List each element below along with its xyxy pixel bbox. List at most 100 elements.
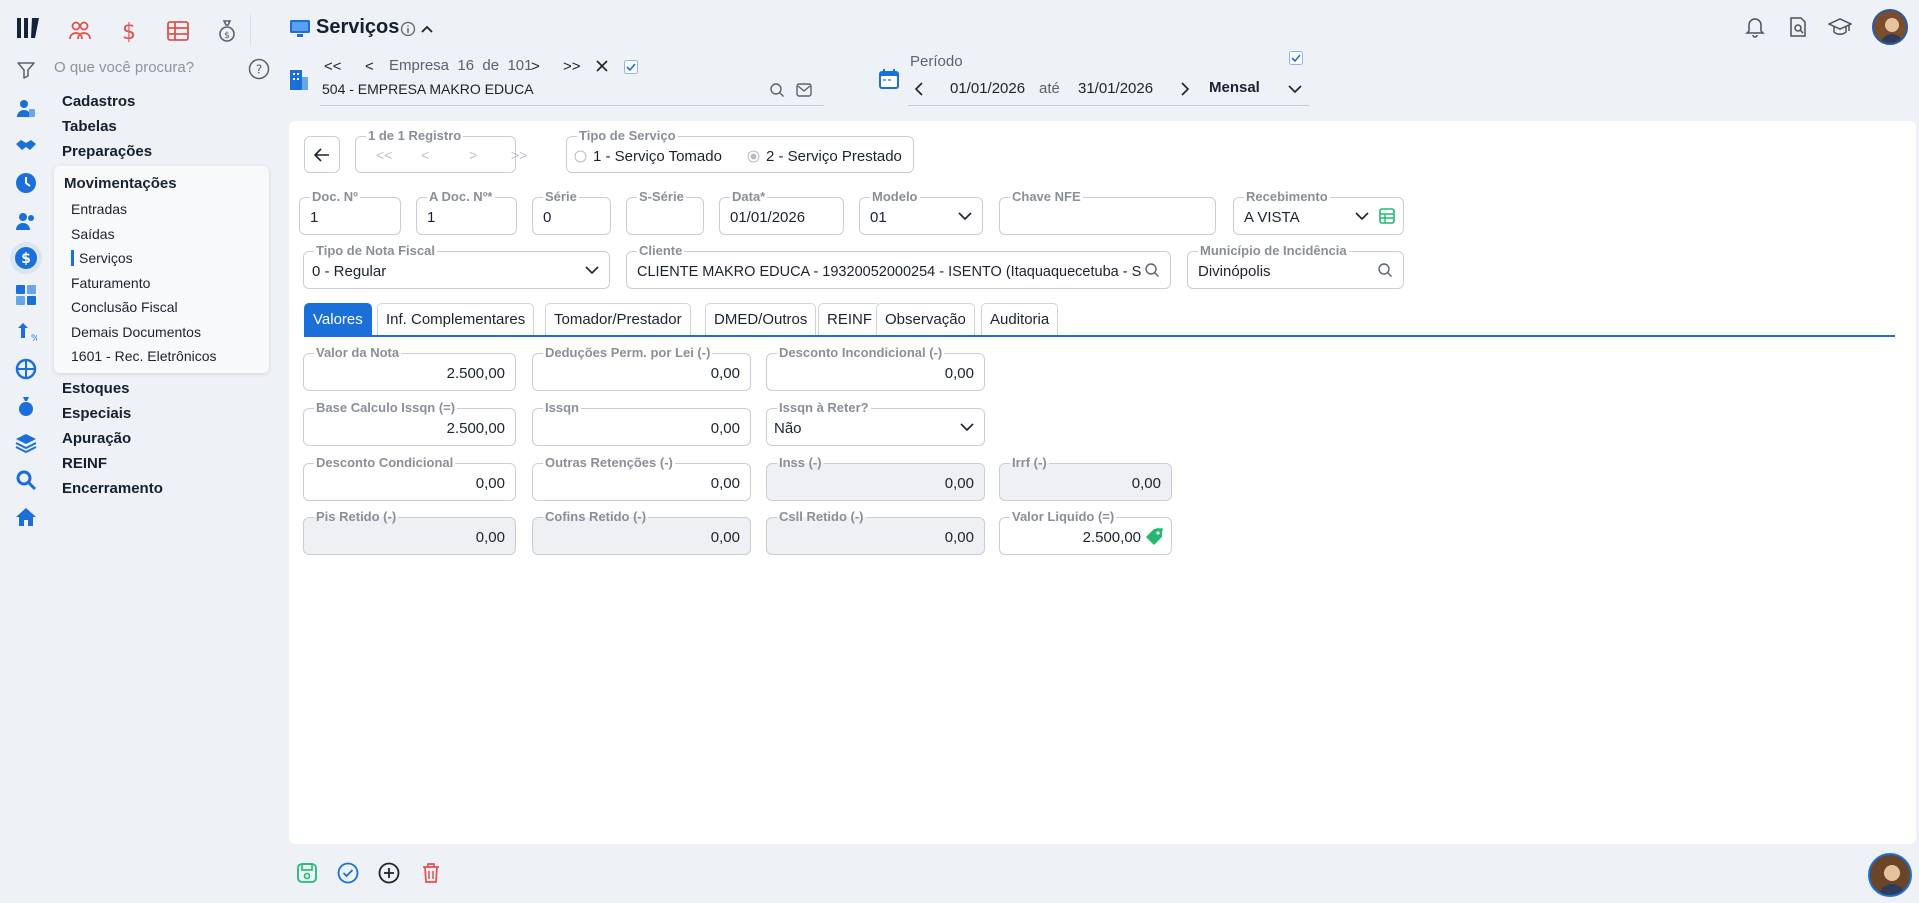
menu-encerramento[interactable]: Encerramento — [62, 480, 163, 497]
price-tag-icon[interactable] — [1145, 528, 1165, 546]
empresa-field[interactable]: 504 - EMPRESA MAKRO EDUCA — [320, 79, 824, 106]
people-icon[interactable] — [14, 209, 38, 233]
chave-nfe-field[interactable]: Chave NFE — [999, 189, 1216, 235]
submenu-rec-eletronicos[interactable]: 1601 - Rec. Eletrônicos — [71, 348, 217, 364]
spreadsheet-icon[interactable] — [1379, 208, 1395, 224]
tab-auditoria[interactable]: Auditoria — [981, 303, 1059, 335]
tab-valores[interactable]: Valores — [304, 303, 372, 335]
menu-preparacoes[interactable]: Preparações — [62, 143, 152, 160]
app-logo[interactable] — [14, 14, 42, 42]
tab-observacao[interactable]: Observação — [876, 303, 975, 335]
submenu-demais-documentos[interactable]: Demais Documentos — [71, 324, 201, 340]
globe-icon[interactable] — [14, 357, 38, 381]
app-table-icon[interactable] — [161, 14, 195, 48]
menu-movimentacoes[interactable]: Movimentações — [64, 175, 177, 192]
money-bag-icon[interactable] — [14, 394, 38, 418]
base-issqn-field[interactable]: Base Calculo Issqn (=) 2.500,00 — [303, 400, 516, 446]
submenu-faturamento[interactable]: Faturamento — [71, 275, 150, 291]
first-empresa-button[interactable]: << — [324, 58, 342, 75]
periodo-end[interactable]: 31/01/2026 — [1078, 80, 1153, 97]
periodo-start[interactable]: 01/01/2026 — [950, 80, 1025, 97]
menu-tabelas[interactable]: Tabelas — [62, 118, 117, 135]
submenu-saidas[interactable]: Saídas — [71, 226, 115, 242]
next-empresa-button[interactable]: > — [531, 58, 540, 75]
desconto-condicional-field[interactable]: Desconto Condicional 0,00 — [303, 455, 516, 501]
app-users-icon[interactable] — [63, 14, 97, 48]
chevron-down-icon[interactable] — [1288, 84, 1302, 94]
municipio-field[interactable]: Município de Incidência Divinópolis — [1187, 243, 1404, 289]
percent-arrow-icon[interactable]: % — [14, 320, 38, 344]
confirm-icon[interactable] — [337, 862, 359, 884]
radio-servico-tomado[interactable]: 1 - Serviço Tomado — [574, 148, 722, 165]
periodo-checkbox[interactable] — [1289, 51, 1303, 65]
dollar-icon[interactable]: $ — [10, 242, 42, 274]
info-icon[interactable] — [400, 21, 416, 37]
prev-record-button[interactable]: < — [421, 147, 429, 163]
graduation-cap-icon[interactable] — [1828, 17, 1852, 37]
search-icon[interactable] — [1377, 262, 1393, 278]
last-record-button[interactable]: >> — [511, 147, 527, 163]
a-doc-no-field[interactable]: A Doc. Nº* 1 — [416, 189, 517, 235]
calculator-icon[interactable] — [14, 283, 38, 307]
outras-retencoes-field[interactable]: Outras Retenções (-) 0,00 — [532, 455, 751, 501]
desconto-incondicional-field[interactable]: Desconto Incondicional (-) 0,00 — [766, 345, 985, 391]
empresa-checkbox[interactable] — [624, 60, 638, 74]
next-record-button[interactable]: > — [469, 147, 477, 163]
cliente-field[interactable]: Cliente CLIENTE MAKRO EDUCA - 1932005200… — [626, 243, 1171, 289]
first-record-button[interactable]: << — [376, 147, 392, 163]
search-icon[interactable] — [1144, 262, 1160, 278]
tab-reinf[interactable]: REINF — [818, 303, 881, 335]
trash-icon[interactable] — [421, 862, 441, 884]
periodo-field[interactable]: 01/01/2026 até 31/01/2026 Mensal — [908, 75, 1309, 106]
users-cadastro-icon[interactable] — [14, 96, 38, 120]
last-empresa-button[interactable]: >> — [563, 58, 581, 75]
menu-reinf[interactable]: REINF — [62, 455, 107, 472]
submenu-entradas[interactable]: Entradas — [71, 201, 127, 217]
chevron-up-icon[interactable] — [420, 22, 434, 36]
menu-estoques[interactable]: Estoques — [62, 380, 130, 397]
valor-nota-field[interactable]: Valor da Nota 2.500,00 — [303, 345, 516, 391]
add-icon[interactable] — [378, 862, 400, 884]
layers-icon[interactable] — [14, 431, 38, 455]
prev-periodo-button[interactable] — [914, 82, 924, 96]
help-icon[interactable]: ? — [248, 58, 270, 80]
user-avatar[interactable] — [1872, 9, 1908, 45]
app-moneybag-icon[interactable]: $ — [210, 14, 244, 48]
search-input[interactable]: O que você procura? — [54, 59, 254, 79]
handshake-icon[interactable] — [14, 134, 38, 158]
home-icon[interactable] — [14, 505, 38, 529]
modelo-select[interactable]: Modelo 01 — [859, 189, 983, 235]
save-icon[interactable] — [296, 862, 318, 884]
recebimento-select[interactable]: Recebimento A VISTA — [1233, 189, 1404, 235]
radio-servico-prestado[interactable]: 2 - Serviço Prestado — [747, 148, 902, 165]
prev-empresa-button[interactable]: < — [365, 58, 374, 75]
tipo-nota-fiscal-select[interactable]: Tipo de Nota Fiscal 0 - Regular — [303, 243, 610, 289]
app-dollar-icon[interactable]: $ — [112, 14, 146, 48]
clock-icon[interactable] — [14, 171, 38, 195]
menu-cadastros[interactable]: Cadastros — [62, 93, 135, 110]
doc-no-field[interactable]: Doc. Nº 1 — [299, 189, 401, 235]
magnifier-icon[interactable] — [14, 468, 38, 492]
filter-icon[interactable] — [14, 58, 38, 82]
data-field[interactable]: Data* 01/01/2026 — [719, 189, 844, 235]
document-search-icon[interactable] — [1787, 16, 1809, 38]
submenu-conclusao-fiscal[interactable]: Conclusão Fiscal — [71, 299, 178, 315]
tab-inf-complementares[interactable]: Inf. Complementares — [377, 303, 535, 335]
serie-field[interactable]: Série 0 — [532, 189, 611, 235]
s-serie-field[interactable]: S-Série — [626, 189, 704, 235]
assistant-avatar[interactable] — [1868, 853, 1912, 897]
next-periodo-button[interactable] — [1180, 82, 1190, 96]
tab-dmed-outros[interactable]: DMED/Outros — [705, 303, 817, 335]
menu-especiais[interactable]: Especiais — [62, 405, 131, 422]
valor-liquido-field[interactable]: Valor Liquido (=) 2.500,00 — [999, 509, 1172, 555]
menu-apuracao[interactable]: Apuração — [62, 430, 131, 447]
close-icon[interactable] — [595, 59, 609, 73]
periodo-type[interactable]: Mensal — [1209, 79, 1260, 96]
search-icon[interactable] — [769, 82, 785, 98]
issqn-reter-select[interactable]: Issqn à Reter? Não — [766, 400, 985, 446]
bell-icon[interactable] — [1745, 16, 1765, 38]
back-button[interactable] — [304, 136, 340, 173]
tab-tomador-prestador[interactable]: Tomador/Prestador — [545, 303, 691, 335]
issqn-field[interactable]: Issqn 0,00 — [532, 400, 751, 446]
submenu-servicos[interactable]: Serviços — [79, 250, 133, 266]
